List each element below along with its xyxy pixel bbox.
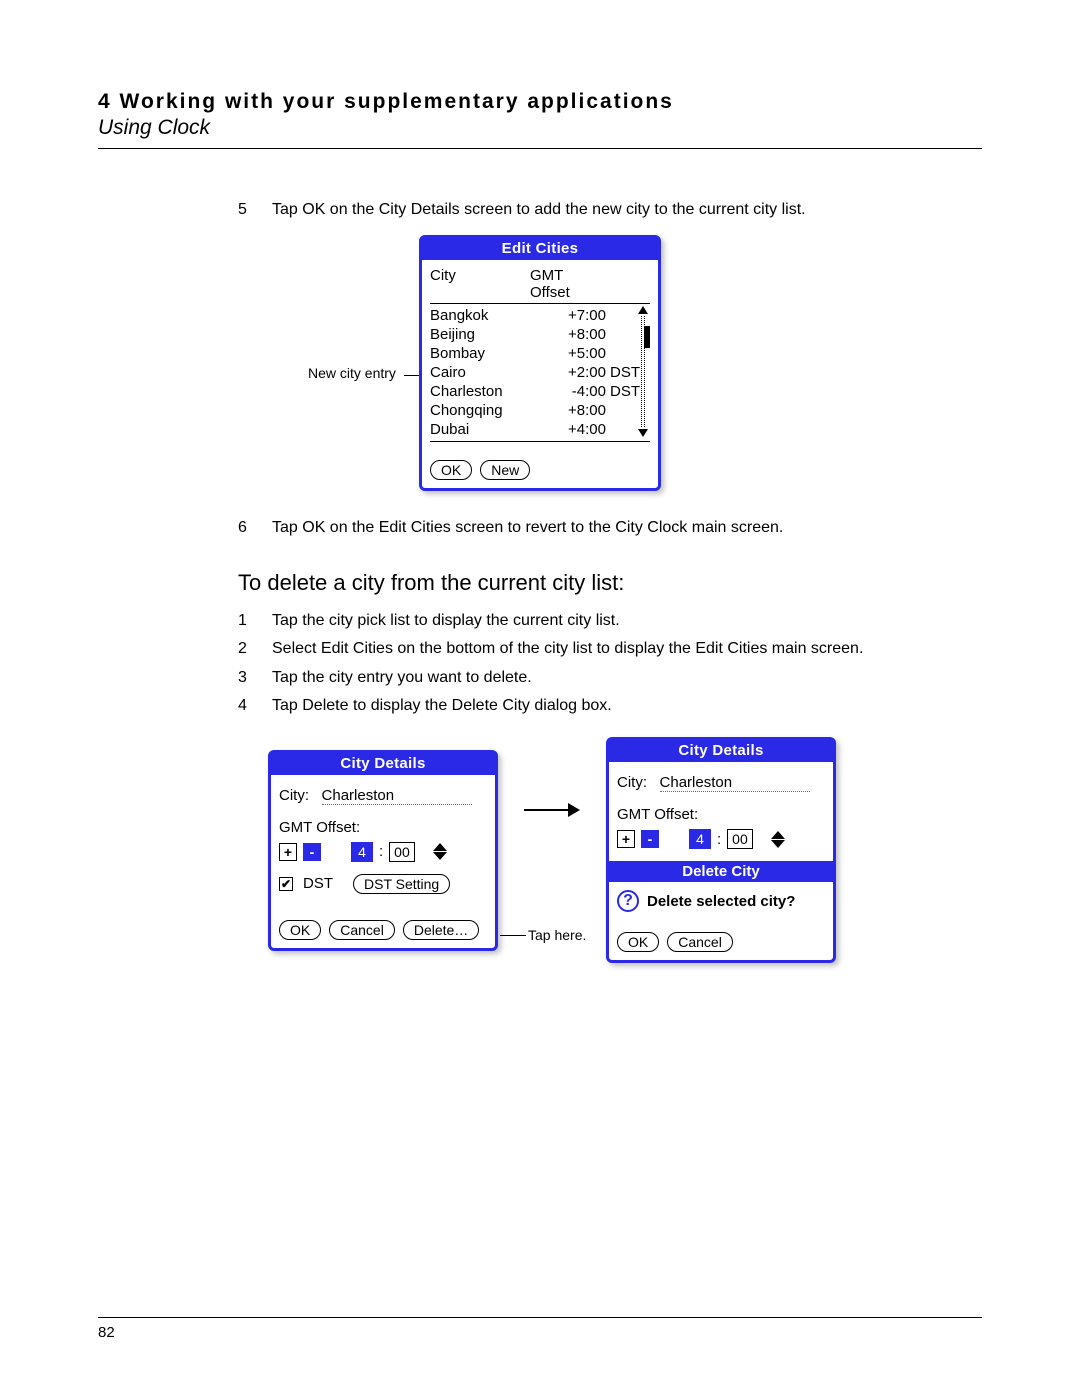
city-details-dialog-right: City Details City: Charleston GMT Offset…: [606, 737, 836, 963]
scroll-down-icon[interactable]: [638, 429, 648, 437]
dst-setting-button[interactable]: DST Setting: [353, 874, 450, 894]
hour-field[interactable]: 4: [689, 829, 711, 849]
sign-plus-button[interactable]: +: [617, 830, 635, 848]
ok-button[interactable]: OK: [430, 460, 472, 480]
table-row[interactable]: Chongqing +8:00: [430, 401, 650, 420]
step-number: 2: [238, 638, 272, 660]
chevron-up-icon[interactable]: [433, 843, 447, 851]
city-details-title: City Details: [609, 740, 833, 762]
minute-field[interactable]: 00: [389, 842, 415, 862]
callout-line: [500, 935, 526, 936]
table-row[interactable]: Bangkok +7:00: [430, 306, 650, 325]
table-row[interactable]: Dubai +4:00: [430, 420, 650, 439]
offset-stepper[interactable]: [433, 843, 447, 860]
scrollbar[interactable]: [638, 306, 648, 437]
section-title: Using Clock: [98, 116, 982, 140]
table-row[interactable]: Charleston -4:00 DST: [430, 382, 650, 401]
table-row[interactable]: Cairo +2:00 DST: [430, 363, 650, 382]
delete-prompt: Delete selected city?: [647, 893, 795, 910]
dst-label: DST: [303, 875, 333, 892]
city-field[interactable]: Charleston: [322, 787, 472, 805]
step-number: 3: [238, 667, 272, 689]
step-number: 6: [238, 517, 272, 539]
table-row[interactable]: Bombay +5:00: [430, 344, 650, 363]
delete-city-header: Delete City: [609, 861, 833, 882]
sign-plus-button[interactable]: +: [279, 843, 297, 861]
step-number: 5: [238, 199, 272, 221]
step-text: Tap OK on the City Details screen to add…: [272, 199, 982, 221]
callout-new-city: New city entry: [308, 365, 396, 381]
header-rule: [98, 148, 982, 149]
edit-cities-dialog: Edit Cities City GMT Offset Bangkok +7:0…: [419, 235, 661, 491]
arrow-right-icon: [522, 803, 582, 817]
chapter-title: 4 Working with your supplementary applic…: [98, 90, 982, 114]
col-header-city: City: [430, 267, 530, 301]
dst-checkbox[interactable]: ✔: [279, 877, 293, 891]
step-number: 4: [238, 695, 272, 717]
city-details-title: City Details: [271, 753, 495, 775]
city-details-dialog-left: City Details City: Charleston GMT Offset…: [268, 750, 498, 951]
ok-button[interactable]: OK: [617, 932, 659, 952]
chevron-down-icon[interactable]: [771, 840, 785, 848]
minute-field[interactable]: 00: [727, 829, 753, 849]
steps-upper: 5 Tap OK on the City Details screen to a…: [238, 199, 982, 221]
scroll-up-icon[interactable]: [638, 306, 648, 314]
col-header-gmt: GMT Offset: [530, 267, 606, 301]
question-icon: ?: [617, 890, 639, 912]
new-button[interactable]: New: [480, 460, 530, 480]
subheading-delete-city: To delete a city from the current city l…: [238, 570, 982, 596]
step-number: 1: [238, 610, 272, 632]
steps-lower: 1 Tap the city pick list to display the …: [238, 610, 982, 718]
city-label: City:: [279, 787, 309, 804]
cancel-button[interactable]: Cancel: [329, 920, 395, 940]
scroll-thumb[interactable]: [644, 326, 650, 348]
delete-button[interactable]: Delete…: [403, 920, 479, 940]
city-field[interactable]: Charleston: [660, 774, 810, 792]
chevron-up-icon[interactable]: [771, 831, 785, 839]
sign-minus-button[interactable]: -: [641, 830, 659, 848]
offset-stepper[interactable]: [771, 831, 785, 848]
city-label: City:: [617, 774, 647, 791]
gmt-offset-label: GMT Offset:: [617, 806, 825, 823]
step-text: Tap Delete to display the Delete City di…: [272, 695, 982, 717]
gmt-offset-label: GMT Offset:: [279, 819, 487, 836]
sign-minus-button[interactable]: -: [303, 843, 321, 861]
step-text: Select Edit Cities on the bottom of the …: [272, 638, 982, 660]
step-text: Tap OK on the Edit Cities screen to reve…: [272, 517, 982, 539]
page-number: 82: [98, 1324, 982, 1341]
step-text: Tap the city entry you want to delete.: [272, 667, 982, 689]
chevron-down-icon[interactable]: [433, 852, 447, 860]
ok-button[interactable]: OK: [279, 920, 321, 940]
step-text: Tap the city pick list to display the cu…: [272, 610, 982, 632]
edit-cities-title: Edit Cities: [422, 238, 658, 260]
callout-tap-here: Tap here.: [528, 927, 586, 943]
edit-cities-header: City GMT Offset: [430, 266, 650, 304]
edit-cities-list: Bangkok +7:00 Beijing +8:00 Bombay +5:00: [430, 306, 650, 442]
hour-field[interactable]: 4: [351, 842, 373, 862]
steps-middle: 6 Tap OK on the Edit Cities screen to re…: [238, 517, 982, 539]
cancel-button[interactable]: Cancel: [667, 932, 733, 952]
footer-rule: [98, 1317, 982, 1318]
table-row[interactable]: Beijing +8:00: [430, 325, 650, 344]
